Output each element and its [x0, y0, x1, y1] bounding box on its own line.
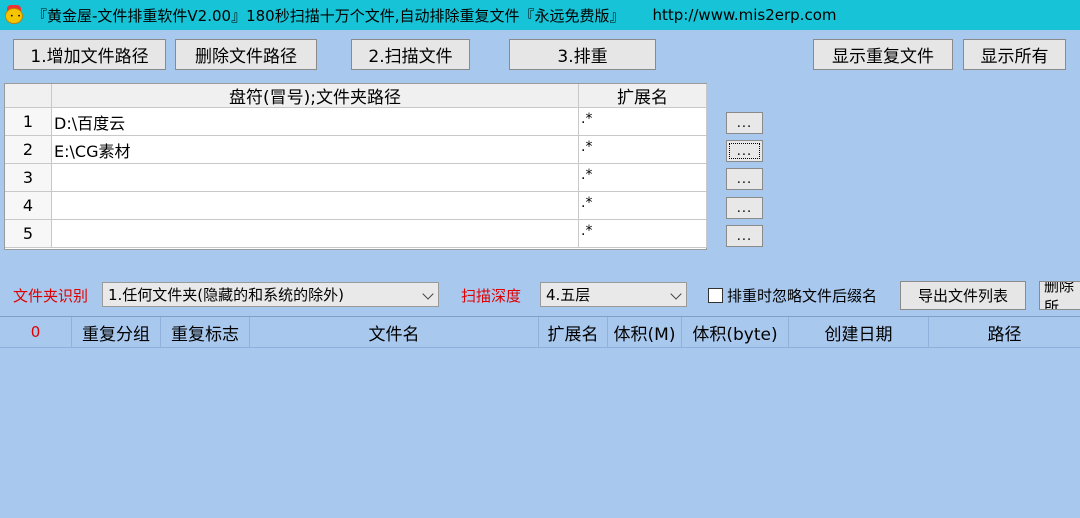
column-header[interactable]: 路径: [929, 317, 1080, 348]
path-row: 1 D:\百度云 .*: [5, 108, 708, 136]
browse-button[interactable]: ...: [726, 112, 763, 134]
chevron-down-icon: [670, 288, 682, 300]
browse-button[interactable]: ...: [726, 140, 763, 162]
browse-button[interactable]: ...: [726, 197, 763, 219]
folder-recognition-value: 1.任何文件夹(隐藏的和系统的除外): [108, 286, 345, 304]
ext-cell[interactable]: .*: [579, 192, 707, 220]
ext-cell[interactable]: .*: [579, 136, 707, 164]
dedupe-button[interactable]: 3.排重: [509, 39, 656, 70]
delete-path-button[interactable]: 删除文件路径: [175, 39, 317, 70]
column-header[interactable]: 扩展名: [539, 317, 608, 348]
column-header[interactable]: 重复标志: [161, 317, 250, 348]
row-number: 2: [5, 136, 52, 164]
website-url: http://www.mis2erp.com: [652, 6, 837, 24]
chevron-down-icon: [422, 288, 434, 300]
path-row: 3 .*: [5, 164, 708, 192]
ignore-suffix-label: 排重时忽略文件后缀名: [727, 287, 878, 305]
show-all-button[interactable]: 显示所有: [963, 39, 1066, 70]
ext-cell[interactable]: .*: [579, 164, 707, 192]
ext-cell[interactable]: .*: [579, 220, 707, 248]
scan-depth-label: 扫描深度: [461, 287, 522, 305]
scan-depth-value: 4.五层: [546, 286, 591, 304]
column-header[interactable]: 体积(M): [608, 317, 682, 348]
path-cell[interactable]: [52, 164, 579, 192]
row-number: 3: [5, 164, 52, 192]
column-header[interactable]: 创建日期: [789, 317, 929, 348]
app-icon: • •: [4, 5, 24, 25]
row-number: 5: [5, 220, 52, 248]
column-header[interactable]: 文件名: [250, 317, 539, 348]
delete-button[interactable]: 删除所: [1039, 281, 1080, 310]
path-cell[interactable]: D:\百度云: [52, 108, 579, 136]
path-cell[interactable]: [52, 220, 579, 248]
path-column-header: 盘符(冒号);文件夹路径: [52, 84, 579, 108]
path-cell[interactable]: E:\CG素材: [52, 136, 579, 164]
browse-button[interactable]: ...: [726, 225, 763, 247]
ext-cell[interactable]: .*: [579, 108, 707, 136]
grid-corner-header: [5, 84, 52, 108]
add-path-button[interactable]: 1.增加文件路径: [13, 39, 166, 70]
results-grid: 0 重复分组 重复标志 文件名 扩展名 体积(M) 体积(byte) 创建日期 …: [0, 316, 1080, 518]
folder-recognition-select[interactable]: 1.任何文件夹(隐藏的和系统的除外): [102, 282, 439, 307]
show-duplicates-button[interactable]: 显示重复文件: [813, 39, 953, 70]
column-header[interactable]: 体积(byte): [682, 317, 789, 348]
scan-files-button[interactable]: 2.扫描文件: [351, 39, 470, 70]
path-row: 5 .*: [5, 220, 708, 248]
path-grid: 盘符(冒号);文件夹路径 扩展名 1 D:\百度云 .* 2 E:\CG素材 .…: [4, 83, 707, 250]
scan-depth-select[interactable]: 4.五层: [540, 282, 687, 307]
ext-column-header: 扩展名: [579, 84, 707, 108]
title-bar: • • 『黄金屋-文件排重软件V2.00』180秒扫描十万个文件,自动排除重复文…: [0, 0, 1080, 30]
path-row: 2 E:\CG素材 .*: [5, 136, 708, 164]
ignore-suffix-checkbox[interactable]: 排重时忽略文件后缀名: [708, 285, 877, 306]
column-header[interactable]: 重复分组: [72, 317, 161, 348]
browse-button[interactable]: ...: [726, 168, 763, 190]
export-list-button[interactable]: 导出文件列表: [900, 281, 1026, 310]
path-row: 4 .*: [5, 192, 708, 220]
row-number: 1: [5, 108, 52, 136]
row-number: 4: [5, 192, 52, 220]
result-count: 0: [0, 317, 72, 348]
window-title: 『黄金屋-文件排重软件V2.00』180秒扫描十万个文件,自动排除重复文件『永远…: [32, 6, 625, 25]
path-cell[interactable]: [52, 192, 579, 220]
folder-recognition-label: 文件夹识别: [13, 287, 89, 305]
checkbox-box[interactable]: [708, 288, 723, 303]
